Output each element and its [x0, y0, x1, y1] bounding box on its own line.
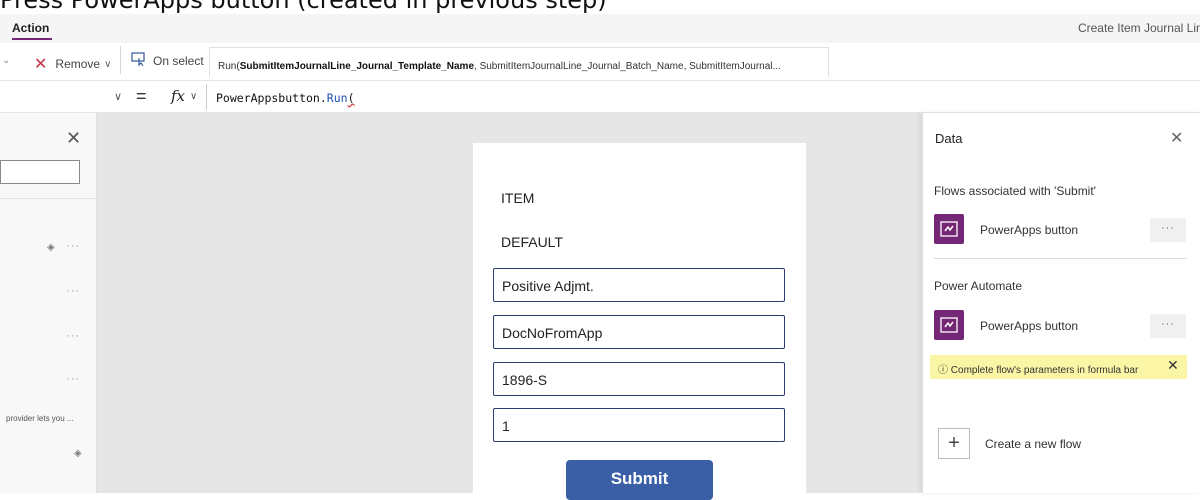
more-icon[interactable]: ···: [66, 240, 80, 252]
text-input-document-no[interactable]: DocNoFromApp: [493, 315, 785, 349]
menu-bar: [0, 14, 1200, 44]
section-associated-flows: Flows associated with 'Submit': [934, 184, 1096, 198]
app-title: Create Item Journal Lir: [1077, 21, 1200, 35]
flow-item-powerapps-button[interactable]: PowerApps button: [980, 223, 1078, 237]
panel-divider: [0, 198, 96, 199]
fx-icon[interactable]: fx: [171, 87, 185, 105]
search-input[interactable]: [0, 160, 80, 184]
connector-description: provider lets you ...: [6, 414, 74, 423]
formula-function: Run: [326, 91, 348, 105]
active-tab-indicator: [12, 38, 52, 40]
close-icon[interactable]: ✕: [1170, 128, 1183, 148]
close-icon: ✕: [34, 56, 48, 73]
warning-text: Complete flow's parameters in formula ba…: [950, 365, 1139, 376]
label-default: DEFAULT: [501, 234, 563, 250]
label-item: ITEM: [501, 190, 535, 206]
instruction-caption: Press PowerApps button (created in previ…: [0, 0, 607, 14]
plus-icon[interactable]: +: [938, 428, 970, 459]
formula-object: PowerAppsbutton.: [216, 91, 327, 105]
tab-action[interactable]: Action: [12, 21, 49, 35]
section-power-automate: Power Automate: [934, 279, 1023, 293]
power-automate-icon: [934, 310, 964, 340]
flow-item-powerapps-button[interactable]: PowerApps button: [980, 319, 1078, 333]
text-input-item-no[interactable]: 1896-S: [493, 362, 785, 396]
more-options-button[interactable]: ···: [1150, 314, 1186, 338]
create-new-flow-link[interactable]: Create a new flow: [985, 437, 1081, 451]
formula-preview-prefix: Run(: [218, 61, 240, 72]
remove-button[interactable]: ✕ Remove ∨: [34, 54, 111, 74]
chevron-down-icon[interactable]: ∨: [114, 90, 122, 103]
formula-divider: [206, 84, 207, 110]
formula-input[interactable]: PowerAppsbutton.Run(: [216, 91, 355, 105]
section-divider: [934, 258, 1187, 259]
chevron-down-icon[interactable]: ∨: [190, 91, 197, 102]
more-options-button[interactable]: ···: [1150, 218, 1186, 242]
formula-preview-rest: , SubmitItemJournalLine_Journal_Batch_Na…: [474, 61, 781, 72]
text-input-quantity[interactable]: 1: [493, 408, 785, 442]
close-icon[interactable]: ✕: [1167, 357, 1179, 374]
more-icon[interactable]: ···: [66, 285, 80, 297]
toolbar-divider: [120, 46, 121, 74]
on-select-label: On select: [153, 53, 204, 68]
on-select-icon: [131, 52, 147, 69]
formula-paren: (: [347, 91, 355, 105]
submit-button[interactable]: Submit: [566, 460, 713, 500]
chevron-down-icon: ∨: [104, 58, 112, 70]
info-icon: ⓘ: [938, 365, 951, 376]
on-select-button[interactable]: On select: [131, 52, 204, 69]
chevron-down-icon[interactable]: ⌄: [2, 55, 10, 66]
premium-icon: ◈: [47, 242, 55, 253]
warning-banner: ⓘ Complete flow's parameters in formula …: [930, 355, 1187, 379]
more-icon[interactable]: ···: [66, 373, 80, 385]
premium-icon: ◈: [74, 448, 82, 459]
close-icon[interactable]: ✕: [66, 128, 81, 149]
equals-sign: =: [136, 86, 147, 106]
formula-preview[interactable]: Run(SubmitItemJournalLine_Journal_Templa…: [209, 47, 829, 77]
text-input-entry-type[interactable]: Positive Adjmt.: [493, 268, 785, 302]
data-panel-title: Data: [935, 131, 963, 146]
remove-label: Remove: [55, 57, 101, 71]
power-automate-icon: [934, 214, 964, 244]
formula-preview-param: SubmitItemJournalLine_Journal_Template_N…: [239, 61, 475, 72]
more-icon[interactable]: ···: [66, 330, 80, 342]
